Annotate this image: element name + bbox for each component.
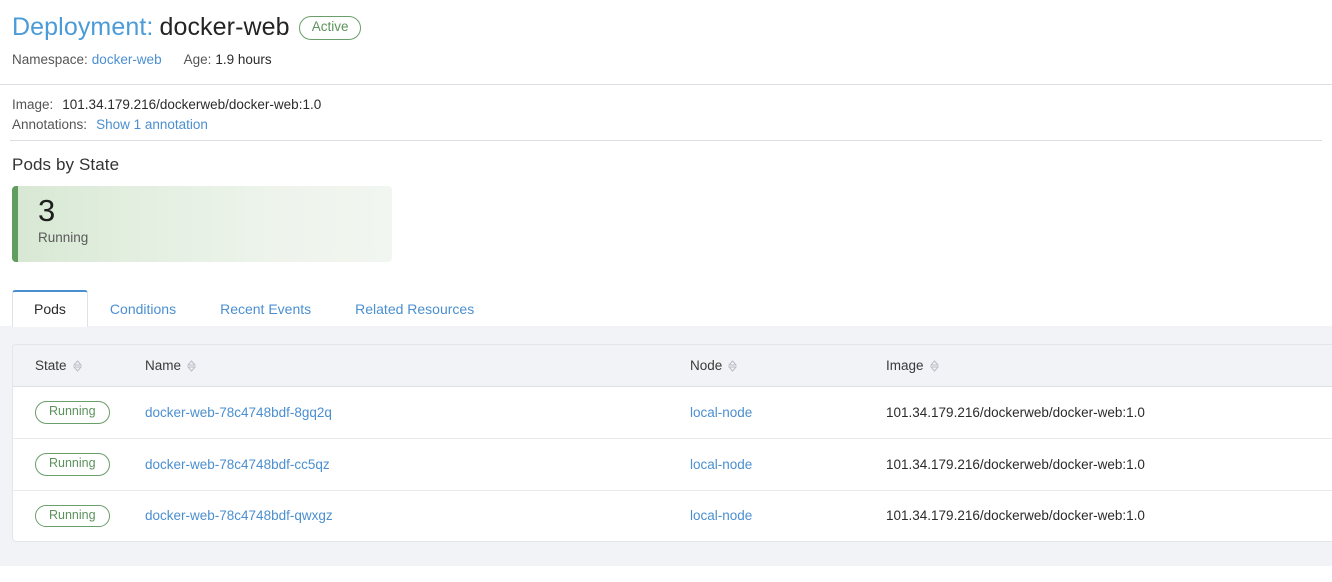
sort-icon[interactable] bbox=[929, 359, 939, 372]
tab-pods[interactable]: Pods bbox=[12, 290, 88, 327]
page-header: Deployment: docker-web Active Namespace: … bbox=[0, 0, 1332, 67]
column-header-node-label: Node bbox=[690, 358, 723, 373]
pods-table: State Name Node Image Running docker-web… bbox=[13, 345, 1332, 541]
namespace-label: Namespace: bbox=[12, 52, 88, 67]
status-badge: Active bbox=[298, 16, 362, 40]
tabs-section: Pods Conditions Recent Events Related Re… bbox=[0, 290, 1332, 567]
status-badge: Running bbox=[35, 504, 110, 528]
pods-table-header: State Name Node Image bbox=[13, 345, 1332, 387]
pod-name-link[interactable]: docker-web-78c4748bdf-qwxgz bbox=[145, 508, 333, 523]
pod-name-link[interactable]: docker-web-78c4748bdf-cc5qz bbox=[145, 457, 330, 472]
tab-conditions[interactable]: Conditions bbox=[88, 290, 198, 327]
state-count-card-running[interactable]: 3 Running bbox=[12, 186, 392, 262]
resource-kind-label: Deployment: bbox=[12, 12, 154, 41]
cell-state: Running bbox=[13, 490, 145, 541]
resource-meta: Namespace: docker-web Age: 1.9 hours bbox=[12, 52, 1320, 67]
column-header-image-label: Image bbox=[886, 358, 924, 373]
pods-by-state-title: Pods by State bbox=[12, 155, 120, 174]
cell-image: 101.34.179.216/dockerweb/docker-web:1.0 bbox=[886, 386, 1332, 439]
table-row: Running docker-web-78c4748bdf-8gq2q loca… bbox=[13, 386, 1332, 439]
cell-image: 101.34.179.216/dockerweb/docker-web:1.0 bbox=[886, 490, 1332, 541]
column-header-state-label: State bbox=[35, 358, 67, 373]
cell-state: Running bbox=[13, 386, 145, 439]
details-divider bbox=[10, 140, 1322, 141]
tab-related-resources[interactable]: Related Resources bbox=[333, 290, 496, 327]
column-header-state[interactable]: State bbox=[13, 345, 145, 387]
pod-image-value: 101.34.179.216/dockerweb/docker-web:1.0 bbox=[886, 508, 1145, 524]
cell-node: local-node bbox=[690, 438, 886, 491]
annotations-row: Annotations: Show 1 annotation bbox=[12, 117, 1320, 132]
age-label: Age: bbox=[183, 52, 212, 67]
node-link[interactable]: local-node bbox=[690, 405, 752, 420]
pod-image-value: 101.34.179.216/dockerweb/docker-web:1.0 bbox=[886, 404, 1145, 420]
cell-name: docker-web-78c4748bdf-qwxgz bbox=[145, 490, 690, 541]
tab-recent-events[interactable]: Recent Events bbox=[198, 290, 333, 327]
show-annotations-link[interactable]: Show 1 annotation bbox=[96, 117, 208, 132]
table-header-row: State Name Node Image bbox=[13, 345, 1332, 387]
cell-name: docker-web-78c4748bdf-8gq2q bbox=[145, 386, 690, 439]
tab-panel-pods: State Name Node Image Running docker-web… bbox=[0, 326, 1332, 567]
sort-icon[interactable] bbox=[728, 359, 738, 372]
pod-name-link[interactable]: docker-web-78c4748bdf-8gq2q bbox=[145, 405, 332, 420]
table-row: Running docker-web-78c4748bdf-cc5qz loca… bbox=[13, 438, 1332, 491]
column-header-name[interactable]: Name bbox=[145, 345, 690, 387]
annotations-label: Annotations: bbox=[12, 117, 88, 132]
column-header-node[interactable]: Node bbox=[690, 345, 886, 387]
sort-icon[interactable] bbox=[187, 359, 197, 372]
sort-icon[interactable] bbox=[72, 359, 82, 372]
resource-name: docker-web bbox=[159, 12, 290, 41]
cell-node: local-node bbox=[690, 490, 886, 541]
state-count-value: 3 bbox=[38, 193, 56, 228]
image-label: Image: bbox=[12, 97, 54, 112]
cell-image: 101.34.179.216/dockerweb/docker-web:1.0 bbox=[886, 438, 1332, 491]
image-row: Image: 101.34.179.216/dockerweb/docker-w… bbox=[12, 97, 1320, 112]
state-count-label: Running bbox=[38, 229, 89, 245]
page-title: Deployment: docker-web Active bbox=[12, 10, 1320, 44]
cell-state: Running bbox=[13, 438, 145, 491]
resource-title: Deployment: docker-web bbox=[12, 13, 290, 42]
tab-bar: Pods Conditions Recent Events Related Re… bbox=[0, 290, 1332, 327]
cell-name: docker-web-78c4748bdf-cc5qz bbox=[145, 438, 690, 491]
pods-by-state-cards: 3 Running bbox=[12, 186, 1332, 262]
node-link[interactable]: local-node bbox=[690, 457, 752, 472]
pod-image-value: 101.34.179.216/dockerweb/docker-web:1.0 bbox=[886, 456, 1145, 472]
image-value: 101.34.179.216/dockerweb/docker-web:1.0 bbox=[62, 97, 322, 112]
namespace-link[interactable]: docker-web bbox=[92, 52, 162, 67]
resource-details: Image: 101.34.179.216/dockerweb/docker-w… bbox=[0, 85, 1332, 132]
column-header-name-label: Name bbox=[145, 358, 182, 373]
status-badge: Running bbox=[35, 452, 110, 476]
status-badge: Running bbox=[35, 401, 110, 424]
pods-table-card: State Name Node Image Running docker-web… bbox=[12, 344, 1332, 543]
pods-table-body: Running docker-web-78c4748bdf-8gq2q loca… bbox=[13, 386, 1332, 542]
cell-node: local-node bbox=[690, 386, 886, 439]
column-header-image[interactable]: Image bbox=[886, 345, 1332, 387]
node-link[interactable]: local-node bbox=[690, 508, 752, 523]
age-value: 1.9 hours bbox=[215, 52, 272, 67]
table-row: Running docker-web-78c4748bdf-qwxgz loca… bbox=[13, 490, 1332, 541]
